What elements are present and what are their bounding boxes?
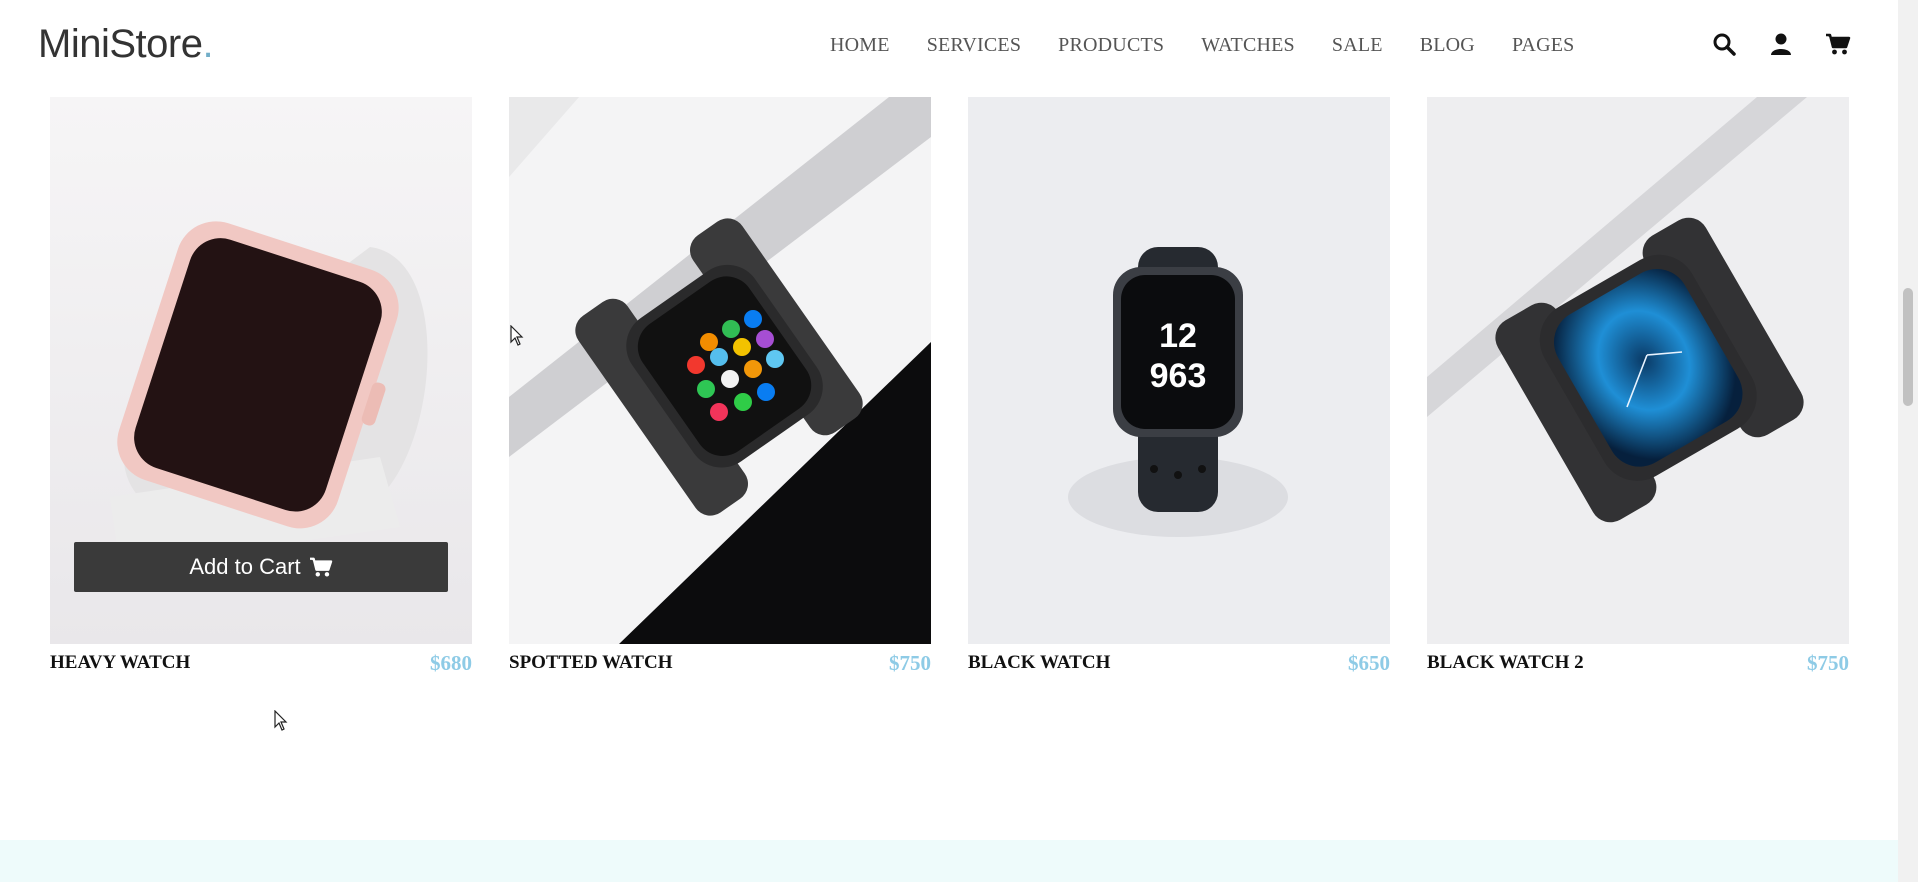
- main-nav: HOME SERVICES PRODUCTS WATCHES SALE BLOG…: [830, 34, 1611, 57]
- product-title[interactable]: BLACK WATCH: [968, 652, 1110, 674]
- product-price: $680: [430, 651, 472, 675]
- nav-item-home[interactable]: HOME: [830, 34, 890, 57]
- nav-item-products[interactable]: PRODUCTS: [1058, 34, 1164, 57]
- product-image-black-watch-2: [1427, 97, 1849, 644]
- product-price: $650: [1348, 651, 1390, 675]
- add-to-cart-label: Add to Cart: [189, 554, 301, 579]
- svg-text:12: 12: [1159, 317, 1197, 355]
- product-title[interactable]: BLACK WATCH 2: [1427, 652, 1584, 674]
- nav-item-sale[interactable]: SALE: [1332, 34, 1383, 57]
- scrollbar-thumb[interactable]: [1903, 288, 1913, 406]
- cart-icon: [309, 557, 332, 577]
- product-price: $750: [889, 651, 931, 675]
- product-image-black-watch: 12 963: [968, 97, 1390, 644]
- search-icon[interactable]: [1710, 30, 1738, 58]
- product-title[interactable]: HEAVY WATCH: [50, 652, 190, 674]
- product-card-spotted-watch[interactable]: [509, 97, 931, 644]
- product-price: $750: [1807, 651, 1849, 675]
- brand-dot: .: [202, 22, 214, 66]
- brand-name: MiniStore: [38, 22, 203, 66]
- nav-item-services[interactable]: SERVICES: [927, 34, 1021, 57]
- nav-item-blog[interactable]: BLOG: [1420, 34, 1475, 57]
- add-to-cart-button[interactable]: Add to Cart: [74, 542, 448, 592]
- product-card-heavy-watch[interactable]: Add to Cart: [50, 97, 472, 644]
- mouse-pointer-icon: [510, 325, 524, 346]
- product-image-spotted-watch: [509, 97, 931, 644]
- next-section-band: [0, 840, 1898, 882]
- page-scrollbar[interactable]: [1898, 0, 1918, 882]
- cart-icon[interactable]: [1824, 30, 1852, 58]
- header-icons: [1710, 30, 1881, 58]
- site-header: MiniStore. HOME SERVICES PRODUCTS WATCHE…: [0, 0, 1898, 96]
- nav-item-pages[interactable]: PAGES: [1512, 34, 1575, 57]
- mouse-pointer-icon: [274, 710, 288, 731]
- svg-text:963: 963: [1150, 357, 1207, 395]
- product-title[interactable]: SPOTTED WATCH: [509, 652, 672, 674]
- product-card-black-watch[interactable]: 12 963: [968, 97, 1390, 644]
- brand-logo[interactable]: MiniStore.: [38, 22, 214, 67]
- product-card-black-watch-2[interactable]: [1427, 97, 1849, 644]
- nav-item-watches[interactable]: WATCHES: [1201, 34, 1295, 57]
- user-icon[interactable]: [1767, 30, 1795, 58]
